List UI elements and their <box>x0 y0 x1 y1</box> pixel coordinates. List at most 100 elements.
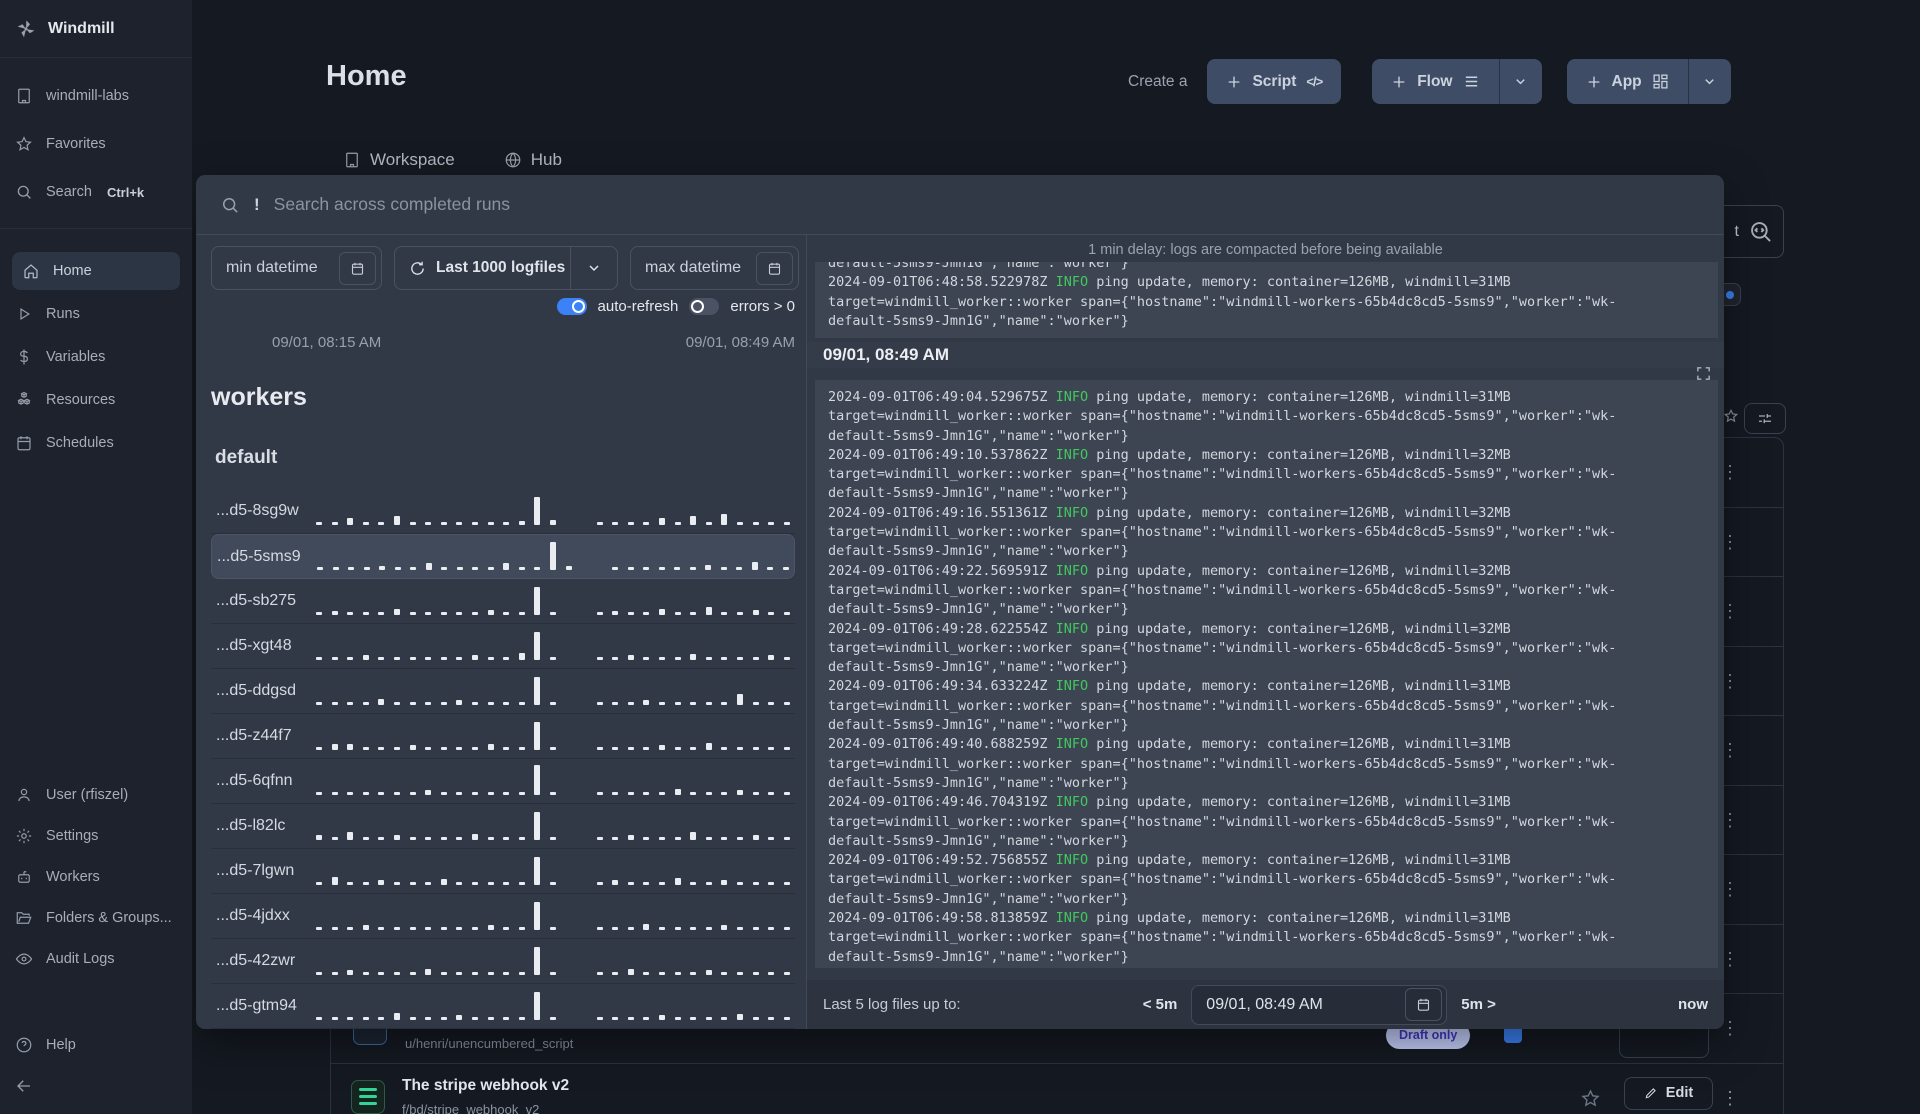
spark-bar <box>690 1017 697 1020</box>
create-script-button[interactable]: Script </> <box>1207 59 1342 104</box>
search-input[interactable] <box>273 194 1700 215</box>
log-line: 2024-09-01T06:48:58.522978Z INFO ping up… <box>828 273 1705 292</box>
expand-icon[interactable] <box>1695 365 1712 382</box>
spark-bar <box>612 1017 619 1020</box>
errors-toggle[interactable] <box>689 298 720 315</box>
tab-hub[interactable]: Hub <box>504 150 562 170</box>
log-line: target=windmill_worker::worker span={"ho… <box>828 293 1617 310</box>
calendar-picker-button[interactable] <box>1405 988 1443 1021</box>
spark-bar <box>503 612 510 615</box>
spark-bar <box>409 972 416 975</box>
worker-row[interactable]: ...d5-z44f7 <box>211 714 795 759</box>
sidebar-item-resources[interactable]: Resources <box>0 378 192 421</box>
spark-bar <box>612 792 619 795</box>
sidebar-item-search[interactable]: Search Ctrl+k <box>0 168 192 216</box>
spark-bar <box>347 927 354 930</box>
worker-row[interactable]: ...d5-l82lc <box>211 804 795 849</box>
search-icon <box>17 185 31 199</box>
spark-bar <box>487 567 494 570</box>
filter-settings-button[interactable] <box>1744 403 1786 434</box>
log-level: INFO <box>1047 678 1089 695</box>
spark-bar <box>612 657 619 660</box>
sidebar-item-user[interactable]: User (rfiszel) <box>0 774 192 815</box>
back-5m-button[interactable]: < 5m <box>1143 996 1178 1013</box>
auto-refresh-toggle[interactable] <box>556 298 587 315</box>
logfiles-dropdown-toggle[interactable] <box>571 260 617 276</box>
min-datetime-field[interactable]: min datetime <box>211 246 382 290</box>
flow-dropdown-toggle[interactable] <box>1498 59 1542 104</box>
worker-row[interactable]: ...d5-sb275 <box>211 579 795 624</box>
sidebar-item-workers[interactable]: Workers <box>0 856 192 897</box>
sidebar-item-help[interactable]: Help <box>0 1024 192 1065</box>
spark-bar <box>316 612 322 615</box>
star-icon[interactable] <box>1723 408 1739 424</box>
spark-bar <box>331 744 338 750</box>
spark-bar <box>347 518 354 525</box>
max-datetime-field[interactable]: max datetime <box>630 246 799 290</box>
now-button[interactable]: now <box>1678 996 1708 1013</box>
logfiles-select[interactable]: Last 1000 logfiles <box>394 246 618 290</box>
worker-row[interactable]: ...d5-5sms9 <box>211 534 795 579</box>
spark-bar <box>768 972 775 975</box>
spark-bar <box>393 747 400 750</box>
worker-row[interactable]: ...d5-gtm94 <box>211 984 795 1029</box>
sidebar-item-schedules[interactable]: Schedules <box>0 421 192 464</box>
spark-bar <box>643 882 650 885</box>
create-flow-button[interactable]: Flow <box>1372 59 1542 104</box>
sidebar-item-settings[interactable]: Settings <box>0 815 192 856</box>
log-line: default-5sms9-Jmn1G","name":"worker"} <box>828 543 1129 560</box>
sidebar-item-favorites[interactable]: Favorites <box>0 120 192 168</box>
app-dropdown-toggle[interactable] <box>1687 59 1731 104</box>
spark-bar <box>690 516 697 525</box>
worker-row[interactable]: ...d5-7lgwn <box>211 849 795 894</box>
forward-5m-button[interactable]: 5m > <box>1461 996 1496 1013</box>
worker-row[interactable]: ...d5-42zwr <box>211 939 795 984</box>
spark-bar <box>518 747 525 750</box>
sidebar-item-runs[interactable]: Runs <box>0 292 192 335</box>
spark-bar <box>348 567 355 570</box>
chevron-down-icon <box>1705 79 1714 85</box>
spark-bar <box>362 612 369 615</box>
spark-bar <box>440 837 447 840</box>
spark-bar <box>565 566 572 570</box>
spark-bar <box>612 747 619 750</box>
sidebar-item-audit-logs[interactable]: Audit Logs <box>0 938 192 979</box>
worker-row[interactable]: ...d5-ddgsd <box>211 669 795 714</box>
footer-datetime-input[interactable]: 09/01, 08:49 AM <box>1191 984 1448 1025</box>
field-placeholder: max datetime <box>645 259 742 276</box>
worker-row[interactable]: ...d5-xgt48 <box>211 624 795 669</box>
sidebar-item-folders-groups[interactable]: Folders & Groups... <box>0 897 192 938</box>
worker-name: ...d5-7lgwn <box>216 862 295 879</box>
spark-bar <box>721 1017 728 1020</box>
sidebar-item-home[interactable]: Home <box>12 251 180 290</box>
log-level: INFO <box>1047 274 1089 291</box>
log-level: INFO <box>1047 910 1089 927</box>
spark-bar <box>659 745 666 750</box>
worker-row[interactable]: ...d5-6qfnn <box>211 759 795 804</box>
create-app-button[interactable]: App <box>1566 59 1731 104</box>
worker-row[interactable]: ...d5-4jdxx <box>211 894 795 939</box>
brand[interactable]: Windmill <box>0 0 192 58</box>
calendar-picker-button[interactable] <box>339 251 376 285</box>
tabs: Workspace Hub <box>343 150 562 170</box>
edit-button[interactable]: Edit <box>1624 1076 1713 1110</box>
kebab-menu-icon[interactable]: ⋮ <box>1715 1087 1745 1109</box>
spark-bar <box>503 1017 510 1020</box>
bg-row-b[interactable]: The stripe webhook v2 f/bd/stripe_webhoo… <box>331 1064 1783 1114</box>
calendar-picker-button[interactable] <box>756 251 793 285</box>
log-panel: 1 min delay: logs are compacted before b… <box>807 235 1724 1029</box>
spark-bar <box>674 789 681 795</box>
spark-bar <box>534 857 541 885</box>
worker-activity-sparkline <box>316 489 790 533</box>
spark-bar <box>503 657 510 660</box>
spark-bar <box>362 1017 369 1020</box>
worker-row[interactable]: ...d5-8sg9w <box>211 489 795 534</box>
favorite-star-icon[interactable] <box>1580 1088 1601 1109</box>
tab-workspace[interactable]: Workspace <box>343 150 455 170</box>
sidebar-item-workspace[interactable]: windmill-labs <box>0 72 192 120</box>
sidebar-item-variables[interactable]: Variables <box>0 335 192 378</box>
spark-bar <box>456 882 463 885</box>
spark-bar <box>316 657 322 660</box>
sidebar-collapse-button[interactable] <box>0 1065 192 1106</box>
spark-bar <box>362 747 369 750</box>
